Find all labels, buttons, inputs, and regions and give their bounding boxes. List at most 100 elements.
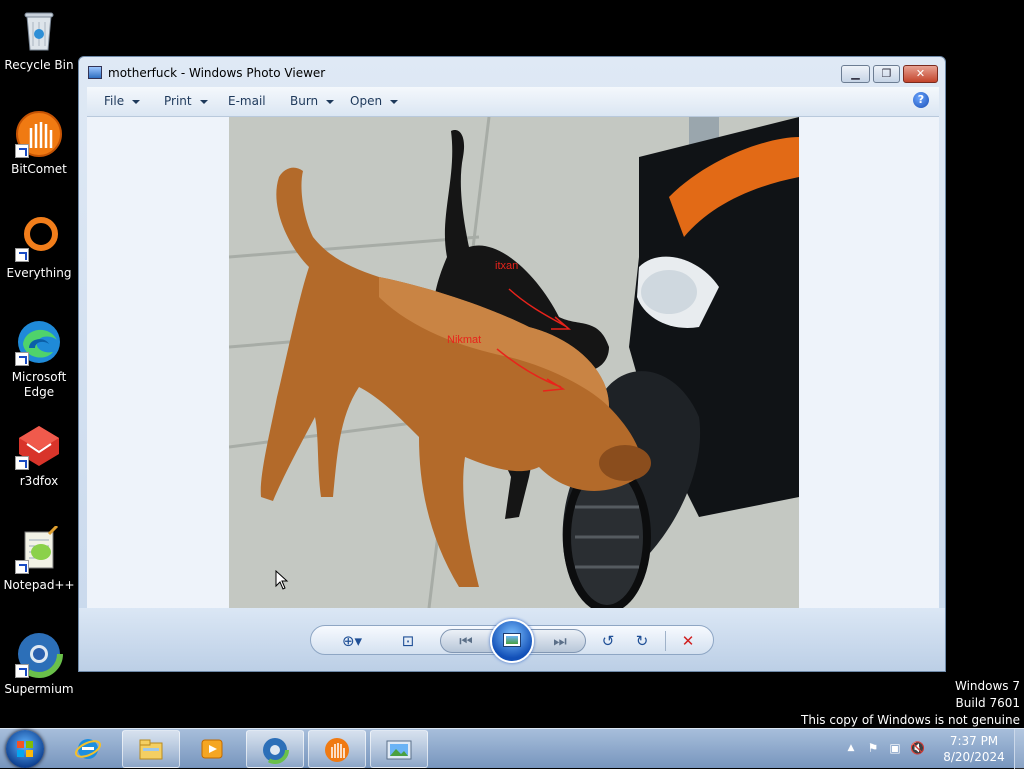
- volume-muted-icon[interactable]: 🔇: [910, 741, 925, 755]
- internet-explorer-icon: [74, 739, 102, 759]
- notepadpp-icon: [15, 524, 63, 574]
- chevron-up-icon: ▲: [847, 743, 855, 753]
- mouse-cursor-icon: [275, 570, 289, 590]
- edge-icon: [15, 318, 63, 366]
- title-bar[interactable]: motherfuck - Windows Photo Viewer ▁ ❐ ✕: [79, 57, 945, 87]
- desktop-icon-label: Recycle Bin: [4, 58, 74, 72]
- restore-icon: ❐: [881, 67, 892, 80]
- photo-viewer-icon: [386, 740, 412, 760]
- network-icon[interactable]: ▣: [888, 741, 902, 755]
- rotate-clockwise-icon: ↻: [635, 632, 649, 650]
- next-button[interactable]: ⏭: [549, 631, 571, 651]
- chevron-down-icon: [390, 99, 399, 104]
- annotation-text-1: itxan: [495, 260, 518, 272]
- command-bar: File Print E-mail Burn Open ?: [87, 87, 939, 117]
- bitcomet-icon: [325, 738, 349, 762]
- delete-icon: ✕: [681, 632, 695, 650]
- clock[interactable]: 7:37 PM 8/20/2024: [934, 733, 1014, 765]
- shortcut-arrow-icon: [15, 352, 29, 366]
- windows-watermark: Windows 7 Build 7601 This copy of Window…: [801, 678, 1020, 729]
- clock-date: 8/20/2024: [943, 750, 1005, 764]
- watermark-genuine: This copy of Windows is not genuine: [801, 713, 1020, 727]
- desktop-icon-label: Everything: [6, 266, 72, 280]
- rotate-counterclockwise-icon: ↺: [601, 632, 615, 650]
- desktop-icon-recycle-bin[interactable]: Recycle Bin: [0, 6, 78, 73]
- chevron-down-icon: [132, 99, 141, 104]
- photo-viewer-app-icon: [88, 66, 102, 79]
- recycle-bin-icon: [15, 6, 63, 54]
- bitcomet-icon: [15, 110, 63, 158]
- shortcut-arrow-icon: [15, 144, 29, 158]
- chevron-down-icon: [326, 99, 335, 104]
- show-hidden-icons[interactable]: ▲: [844, 741, 858, 755]
- desktop-icon-everything[interactable]: Everything: [0, 214, 78, 281]
- taskbar-internet-explorer[interactable]: [60, 730, 118, 768]
- annotation-text-2: Nikmat: [447, 334, 481, 346]
- desktop-icon-label: r3dfox: [19, 474, 59, 488]
- system-tray: ▲ ⚑ ▣ 🔇 7:37 PM 8/20/2024: [842, 729, 1024, 769]
- taskbar-bitcomet[interactable]: [308, 730, 366, 768]
- menu-burn[interactable]: Burn: [290, 94, 335, 108]
- desktop-icon-label: Supermium: [4, 682, 74, 696]
- desktop-icon-label: Notepad++: [3, 578, 75, 592]
- actual-size-button[interactable]: ⊡: [397, 631, 419, 651]
- zoom-button[interactable]: ⊕▾: [335, 631, 369, 651]
- menu-email[interactable]: E-mail: [228, 94, 266, 108]
- menu-file[interactable]: File: [104, 94, 141, 108]
- chevron-down-icon: [199, 99, 208, 104]
- slideshow-button[interactable]: [490, 619, 534, 663]
- delete-button[interactable]: ✕: [677, 631, 699, 651]
- action-center-icon[interactable]: ⚑: [866, 741, 880, 755]
- taskbar-media-player[interactable]: [184, 730, 242, 768]
- zoom-icon: ⊕▾: [341, 632, 363, 650]
- clock-time: 7:37 PM: [949, 734, 999, 748]
- maximize-button[interactable]: ❐: [873, 65, 900, 83]
- shortcut-arrow-icon: [15, 456, 29, 470]
- previous-button[interactable]: ⏮: [455, 631, 477, 651]
- image-canvas: itxan Nikmat: [87, 117, 939, 608]
- everything-icon: [15, 214, 63, 262]
- help-icon[interactable]: ?: [913, 92, 929, 108]
- start-button[interactable]: [6, 730, 44, 768]
- taskbar-file-explorer[interactable]: [122, 730, 180, 768]
- slideshow-icon: [503, 633, 521, 647]
- menu-print[interactable]: Print: [164, 94, 208, 108]
- watermark-build: Build 7601: [955, 696, 1020, 710]
- taskbar: ▲ ⚑ ▣ 🔇 7:37 PM 8/20/2024: [0, 728, 1024, 769]
- desktop-icon-supermium[interactable]: Supermium: [0, 630, 78, 697]
- shortcut-arrow-icon: [15, 560, 29, 574]
- desktop-icon-label: Microsoft Edge: [11, 370, 67, 399]
- desktop-icon-bitcomet[interactable]: BitComet: [0, 110, 78, 177]
- close-button[interactable]: ✕: [903, 65, 938, 83]
- desktop: Recycle Bin BitComet Everything Microsof…: [0, 0, 1024, 728]
- next-icon: ⏭: [553, 632, 567, 650]
- rotate-counterclockwise-button[interactable]: ↺: [597, 631, 619, 651]
- rotate-clockwise-button[interactable]: ↻: [631, 631, 653, 651]
- desktop-icon-label: BitComet: [11, 162, 67, 176]
- close-icon: ✕: [915, 67, 926, 80]
- photo-viewer-window[interactable]: motherfuck - Windows Photo Viewer ▁ ❐ ✕ …: [78, 56, 946, 672]
- menu-open[interactable]: Open: [350, 94, 399, 108]
- control-bar: ⊕▾ ⊡ ⏮ ⏭ ↺ ↻ ✕: [79, 608, 945, 671]
- r3dfox-icon: [15, 422, 63, 470]
- shortcut-arrow-icon: [15, 248, 29, 262]
- windows-logo-icon: [17, 741, 33, 757]
- supermium-icon: [15, 630, 63, 678]
- shortcut-arrow-icon: [15, 664, 29, 678]
- fit-window-icon: ⊡: [401, 632, 415, 650]
- supermium-icon: [261, 736, 289, 764]
- photo-image: itxan Nikmat: [229, 117, 799, 608]
- previous-icon: ⏮: [459, 632, 473, 650]
- desktop-icon-microsoft-edge[interactable]: Microsoft Edge: [0, 318, 78, 400]
- window-title: motherfuck - Windows Photo Viewer: [108, 66, 326, 80]
- minimize-icon: ▁: [851, 67, 860, 80]
- desktop-icon-notepadpp[interactable]: Notepad++: [0, 524, 78, 593]
- taskbar-photo-viewer[interactable]: [370, 730, 428, 768]
- show-desktop-button[interactable]: [1014, 729, 1024, 769]
- minimize-button[interactable]: ▁: [841, 65, 870, 83]
- divider: [665, 631, 666, 651]
- watermark-os: Windows 7: [954, 679, 1020, 693]
- taskbar-supermium[interactable]: [246, 730, 304, 768]
- desktop-icon-r3dfox[interactable]: r3dfox: [0, 422, 78, 489]
- media-player-icon: [201, 739, 223, 759]
